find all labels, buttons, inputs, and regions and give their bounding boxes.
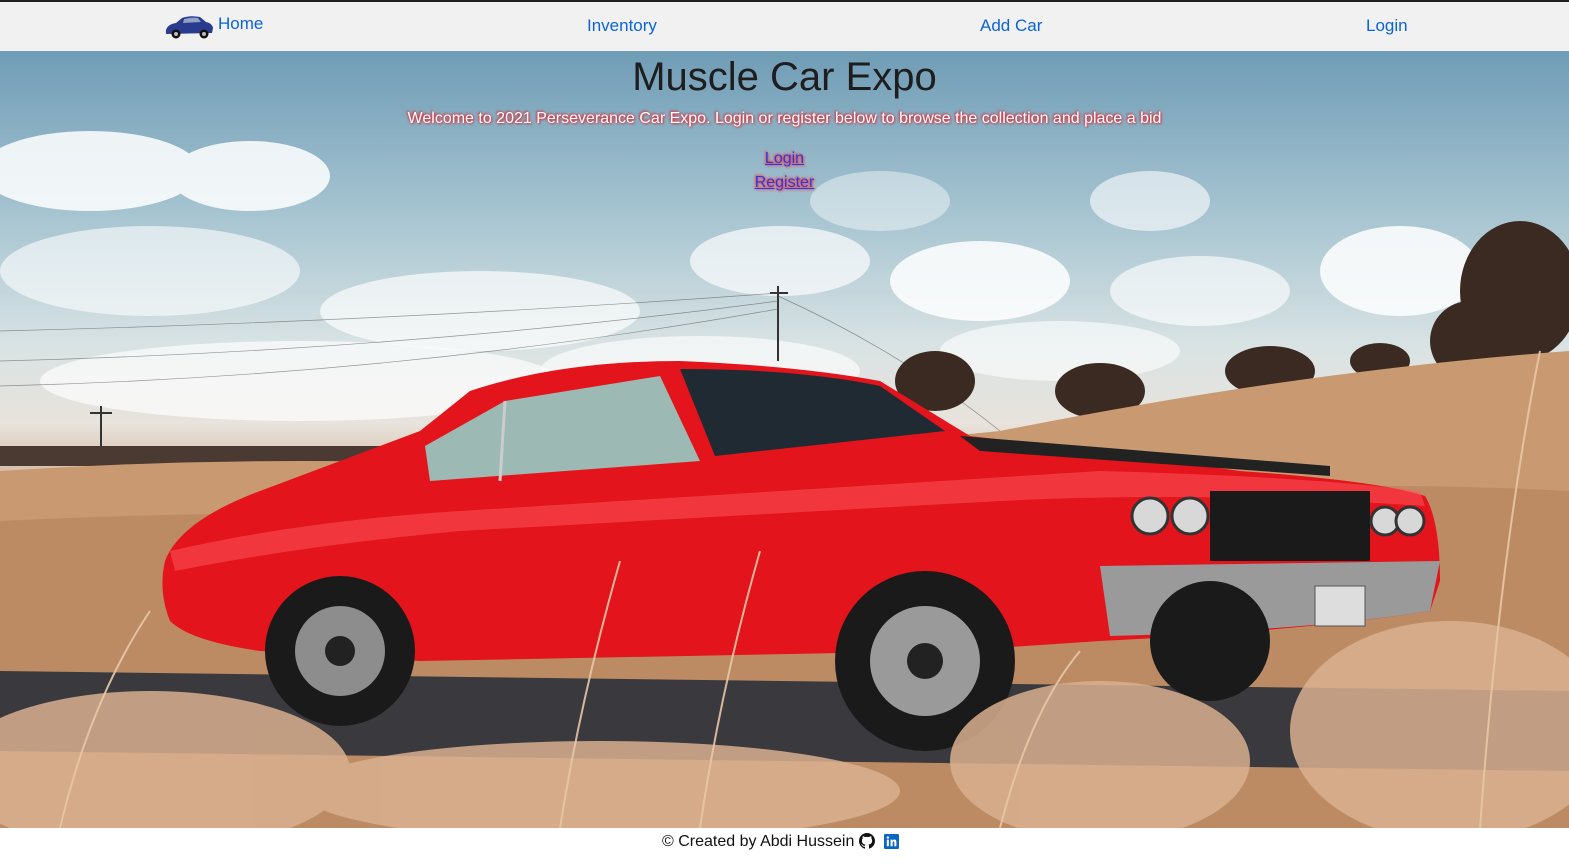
page: Home Inventory Add Car Login Muscle Car …	[0, 0, 1569, 868]
nav-inventory-link[interactable]: Inventory	[587, 16, 657, 36]
nav-home-label: Home	[218, 14, 264, 33]
nav-home-link[interactable]: Home	[164, 12, 263, 40]
footer-credit: © Created by Abdi Hussein	[662, 833, 855, 850]
navbar: Home Inventory Add Car Login	[0, 0, 1569, 51]
nav-add-car-link[interactable]: Add Car	[980, 16, 1042, 36]
car-logo-icon	[166, 16, 213, 39]
footer: © Created by Abdi Hussein	[0, 828, 1569, 868]
page-title: Muscle Car Expo	[632, 55, 937, 99]
welcome-message: Welcome to 2021 Perseverance Car Expo. L…	[407, 110, 1162, 127]
hero-login-link[interactable]: Login	[0, 149, 1569, 169]
hero-register-link[interactable]: Register	[0, 173, 1569, 193]
nav-login-link[interactable]: Login	[1366, 16, 1408, 36]
github-icon[interactable]	[859, 833, 875, 849]
linkedin-icon[interactable]	[884, 834, 899, 849]
hero-section: Muscle Car Expo Welcome to 2021 Persever…	[0, 51, 1569, 828]
